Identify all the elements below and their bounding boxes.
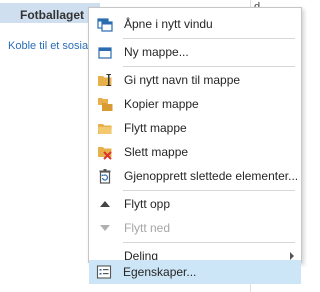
recover-deleted-icon — [99, 169, 111, 184]
selected-folder-row[interactable]: Fotballaget — [0, 3, 100, 23]
menu-item-new-folder[interactable]: Ny mappe... — [90, 40, 300, 64]
move-down-icon — [100, 225, 110, 231]
move-up-icon — [100, 201, 110, 207]
menu-item-delete-folder[interactable]: Slett mappe — [90, 140, 300, 164]
menu-item-label: Flytt opp — [124, 197, 171, 211]
menu-item-label: Slett mappe — [124, 145, 189, 159]
menu-item-move-folder[interactable]: Flytt mappe — [90, 116, 300, 140]
menu-item-move-up[interactable]: Flytt opp — [90, 192, 300, 216]
connect-social-link[interactable]: Koble til et sosia — [8, 40, 88, 52]
menu-item-label: Gi nytt navn til mappe — [124, 73, 241, 87]
delete-folder-icon — [98, 147, 112, 160]
menu-item-rename-folder[interactable]: Gi nytt navn til mappe — [90, 68, 300, 92]
menu-separator — [123, 190, 295, 191]
folder-name[interactable]: Fotballaget — [20, 8, 84, 22]
open-window-icon — [97, 18, 113, 32]
menu-item-properties[interactable]: Egenskaper... — [89, 260, 301, 284]
menu-separator — [123, 38, 295, 39]
menu-item-move-down[interactable]: Flytt ned — [90, 216, 300, 240]
menu-separator — [123, 66, 295, 67]
menu-item-label: Flytt mappe — [124, 121, 187, 135]
menu-item-recover-deleted[interactable]: Gjenopprett slettede elementer... — [90, 164, 300, 188]
copy-folder-icon — [98, 98, 113, 111]
move-folder-icon — [98, 124, 112, 134]
chevron-right-icon — [290, 252, 294, 260]
menu-item-label: Åpne i nytt vindu — [124, 17, 213, 31]
new-folder-icon — [98, 47, 112, 59]
menu-item-label: Egenskaper... — [123, 265, 197, 279]
menu-item-label: Gjenopprett slettede elementer... — [124, 169, 299, 183]
menu-item-open-new-window[interactable]: Åpne i nytt vindu — [90, 12, 300, 36]
rename-folder-icon — [98, 74, 112, 86]
menu-separator — [123, 242, 295, 243]
menu-item-label: Flytt ned — [124, 221, 171, 235]
menu-item-label: Kopier mappe — [124, 97, 199, 111]
menu-item-label: Ny mappe... — [124, 45, 189, 59]
menu-item-copy-folder[interactable]: Kopier mappe — [90, 92, 300, 116]
context-menu: Åpne i nytt vindu Ny mappe... Gi nytt na… — [88, 7, 302, 263]
properties-icon — [96, 265, 112, 279]
